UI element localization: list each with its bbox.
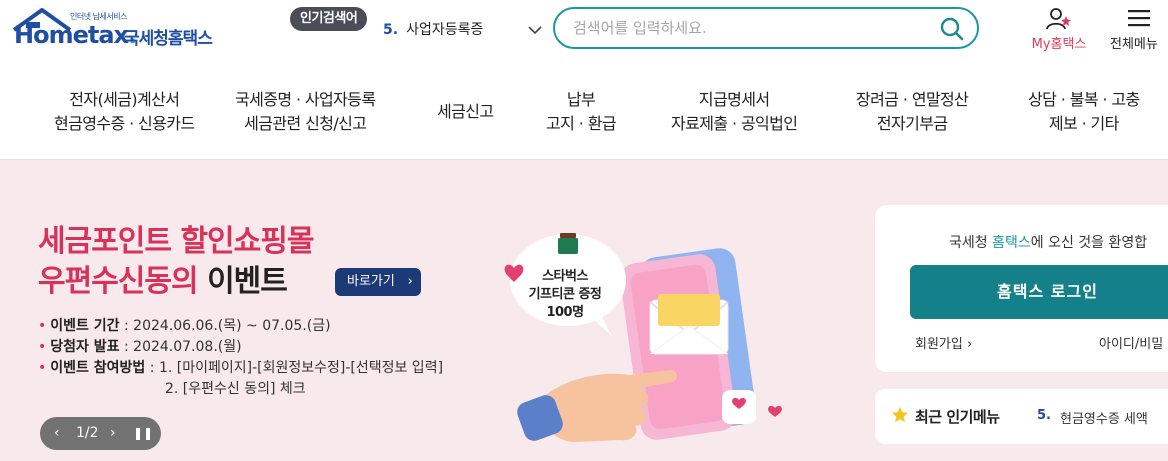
user-star-icon <box>1046 8 1071 30</box>
go-button[interactable]: 바로가기 › <box>335 268 421 296</box>
event-detail-value: 2024.07.08.(월) <box>133 339 242 355</box>
event-detail-value: 2024.06.06.(목) ~ 07.05.(금) <box>133 318 331 334</box>
nav-item-line2: 제보 · 기타 <box>1048 114 1120 133</box>
nav-item-line1: 세금신고 <box>437 102 494 121</box>
bubble-line2: 기프티콘 증정 <box>528 287 602 302</box>
nav-item-line2: 자료제출 · 공익법인 <box>671 114 798 133</box>
logo-brand: Hometax. <box>14 21 137 49</box>
event-detail-value: 1. [마이페이지]-[회원정보수정]-[선택정보 입력] <box>158 360 444 376</box>
pause-icon[interactable]: ❚❚ <box>133 417 153 450</box>
bubble-line3: 100명 <box>546 305 584 320</box>
nav-item-line1: 장려금 · 연말정산 <box>856 90 969 109</box>
hometax-logo[interactable]: 인터넷 납세서비스 Hometax. 국세청홈택스 <box>12 6 232 50</box>
bubble-line1: 스타벅스 <box>542 269 588 284</box>
bullet-icon: • <box>38 360 47 376</box>
recent-menu-rank: 5. <box>1037 408 1051 423</box>
nav-item-consult[interactable]: 상담 · 불복 · 고충 제보 · 기타 <box>1028 88 1140 136</box>
main-banner: 세금포인트 할인쇼핑몰 우편수신동의 이벤트 바로가기 › • 이벤트 기간 : … <box>0 160 1168 461</box>
nav-item-incentive[interactable]: 장려금 · 연말정산 전자기부금 <box>856 88 969 136</box>
chevron-right-icon[interactable]: › <box>110 417 116 450</box>
nav-item-line2: 현금영수증 · 신용카드 <box>54 114 195 133</box>
welcome-prefix: 국세청 <box>949 235 993 251</box>
nav-item-einvoice[interactable]: 전자(세금)계산서 현금영수증 · 신용카드 <box>54 88 195 136</box>
join-label: 회원가입 <box>915 337 963 352</box>
star-icon <box>892 407 908 423</box>
event-detail-row: • 당첨자 발표 : 2024.07.08.(월) <box>38 339 242 355</box>
chevron-right-icon: › <box>407 274 413 289</box>
recent-menu-item[interactable]: 현금영수증 세액 <box>1060 408 1148 427</box>
event-detail-key: 이벤트 참여방법 <box>50 360 146 376</box>
event-title-line2: 우편수신동의 이벤트 <box>38 262 313 302</box>
nav-item-payment-statement[interactable]: 지급명세서 자료제출 · 공익법인 <box>671 88 798 136</box>
nav-item-line2: 세금관련 신청/신고 <box>244 114 367 133</box>
welcome-highlight: 홈택스 <box>992 235 1031 251</box>
event-detail-key: 이벤트 기간 <box>50 318 120 334</box>
banner-pager: ‹ 1/2 › ❚❚ <box>40 417 161 450</box>
nav-item-line1: 국세증명 · 사업자등록 <box>235 90 376 109</box>
my-hometax-button[interactable]: My홈택스 <box>1024 7 1094 53</box>
nav-item-line2: 고지 · 환급 <box>546 114 617 133</box>
find-id-link[interactable]: 아이디/비밀 <box>1099 333 1163 352</box>
welcome-text: 국세청 홈택스에 오신 것을 환영합 <box>949 232 1147 252</box>
bullet-icon: • <box>38 339 47 355</box>
join-link[interactable]: 회원가입 › <box>915 333 972 352</box>
hamburger-menu-icon <box>1128 10 1150 27</box>
search-icon[interactable] <box>939 16 965 42</box>
logo-brand-text: Hometax <box>14 21 129 49</box>
login-button[interactable]: 홈택스 로그인 <box>910 265 1168 319</box>
event-title-pink: 우편수신동의 <box>38 264 199 299</box>
nav-item-certificate[interactable]: 국세증명 · 사업자등록 세금관련 신청/신고 <box>235 88 376 136</box>
bullet-icon: • <box>38 318 47 334</box>
event-title-dark: 이벤트 <box>207 264 288 299</box>
chevron-left-icon[interactable]: ‹ <box>54 417 60 450</box>
logo-brand-kr: 국세청홈택스 <box>124 29 213 49</box>
all-menu-button[interactable]: 전체메뉴 <box>1108 7 1168 53</box>
event-details: • 이벤트 기간 : 2024.06.06.(목) ~ 07.05.(금) • 당첨… <box>38 316 443 400</box>
nav-item-line1: 납부 <box>566 90 596 109</box>
search-box <box>553 7 979 49</box>
pager-count: 1/2 <box>76 425 99 441</box>
header: 인터넷 납세서비스 Hometax. 국세청홈택스 인기검색어 5. 사업자등록증… <box>0 0 1168 62</box>
chevron-down-icon[interactable] <box>527 19 543 41</box>
popular-search-keyword[interactable]: 사업자등록증 <box>406 22 483 38</box>
event-detail-row: • 이벤트 기간 : 2024.06.06.(목) ~ 07.05.(금) <box>38 318 331 334</box>
chevron-right-icon: › <box>966 337 973 352</box>
all-menu-label: 전체메뉴 <box>1110 37 1158 52</box>
search-input[interactable] <box>573 17 913 39</box>
bubble-text: 스타벅스 기프티콘 증정 100명 <box>515 268 615 322</box>
event-detail-key: 당첨자 발표 <box>50 339 120 355</box>
nav-item-tax-return[interactable]: 세금신고 <box>437 100 494 124</box>
recent-menu-title: 최근 인기메뉴 <box>915 408 1000 426</box>
nav-item-payment[interactable]: 납부 고지 · 환급 <box>546 88 617 136</box>
phone-hand-illustration <box>504 233 782 442</box>
login-card: 국세청 홈택스에 오신 것을 환영합 홈택스 로그인 회원가입 › 아이디/비밀 <box>875 205 1168 372</box>
event-detail-row-cont: 2. [우편수신 동의] 체크 <box>165 381 306 397</box>
event-title-line1: 세금포인트 할인쇼핑몰 <box>38 224 314 259</box>
go-button-label: 바로가기 <box>347 274 395 289</box>
nav-item-line1: 지급명세서 <box>698 90 770 109</box>
event-detail-row: • 이벤트 참여방법 : 1. [마이페이지]-[회원정보수정]-[선택정보 입력… <box>38 360 444 376</box>
welcome-suffix: 에 오신 것을 환영합 <box>1030 235 1148 251</box>
popular-search-dropdown[interactable]: 5. 사업자등록증 <box>383 19 545 41</box>
nav-item-line2: 전자기부금 <box>876 114 948 133</box>
event-title: 세금포인트 할인쇼핑몰 우편수신동의 이벤트 <box>38 222 314 302</box>
recent-popular-menu: 최근 인기메뉴 5. 현금영수증 세액 <box>875 389 1168 444</box>
nav-item-line1: 전자(세금)계산서 <box>69 90 180 109</box>
nav-item-line1: 상담 · 불복 · 고충 <box>1028 90 1140 109</box>
popular-search-rank: 5. <box>383 22 399 38</box>
popular-search-badge: 인기검색어 <box>290 7 368 31</box>
my-hometax-label: My홈택스 <box>1031 37 1087 52</box>
main-nav: 전자(세금)계산서 현금영수증 · 신용카드 국세증명 · 사업자등록 세금관련… <box>0 62 1168 160</box>
